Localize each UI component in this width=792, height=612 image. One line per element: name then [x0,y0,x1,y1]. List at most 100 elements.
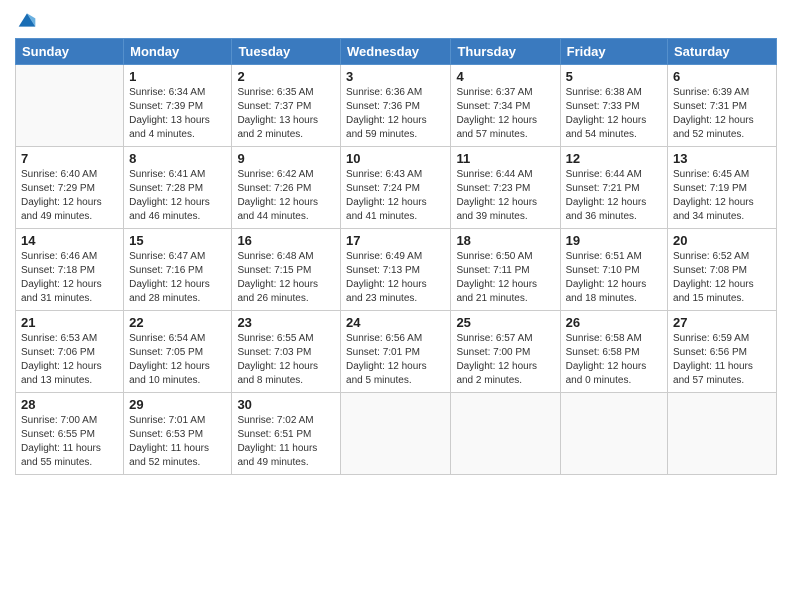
day-info: Sunrise: 6:41 AM Sunset: 7:28 PM Dayligh… [129,168,226,224]
day-number: 19 [566,233,662,248]
calendar-week-2: 7 Sunrise: 6:40 AM Sunset: 7:29 PM Daylig… [16,147,777,229]
day-info: Sunrise: 6:52 AM Sunset: 7:08 PM Dayligh… [673,250,771,306]
day-info: Sunrise: 6:43 AM Sunset: 7:24 PM Dayligh… [346,168,445,224]
day-info: Sunrise: 6:40 AM Sunset: 7:29 PM Dayligh… [21,168,118,224]
day-number: 30 [237,397,335,412]
calendar-cell: 6 Sunrise: 6:39 AM Sunset: 7:31 PM Daylig… [668,65,777,147]
day-info: Sunrise: 6:44 AM Sunset: 7:23 PM Dayligh… [456,168,554,224]
day-number: 1 [129,69,226,84]
day-info: Sunrise: 6:56 AM Sunset: 7:01 PM Dayligh… [346,332,445,388]
day-info: Sunrise: 6:42 AM Sunset: 7:26 PM Dayligh… [237,168,335,224]
day-number: 27 [673,315,771,330]
day-header-saturday: Saturday [668,39,777,65]
calendar-cell: 2 Sunrise: 6:35 AM Sunset: 7:37 PM Daylig… [232,65,341,147]
day-info: Sunrise: 6:54 AM Sunset: 7:05 PM Dayligh… [129,332,226,388]
day-number: 16 [237,233,335,248]
day-info: Sunrise: 6:38 AM Sunset: 7:33 PM Dayligh… [566,86,662,142]
calendar-cell: 13 Sunrise: 6:45 AM Sunset: 7:19 PM Dayli… [668,147,777,229]
calendar-cell: 1 Sunrise: 6:34 AM Sunset: 7:39 PM Daylig… [124,65,232,147]
day-info: Sunrise: 6:59 AM Sunset: 6:56 PM Dayligh… [673,332,771,388]
day-info: Sunrise: 6:36 AM Sunset: 7:36 PM Dayligh… [346,86,445,142]
day-number: 7 [21,151,118,166]
calendar-cell: 12 Sunrise: 6:44 AM Sunset: 7:21 PM Dayli… [560,147,667,229]
day-header-sunday: Sunday [16,39,124,65]
day-info: Sunrise: 6:48 AM Sunset: 7:15 PM Dayligh… [237,250,335,306]
calendar-cell: 21 Sunrise: 6:53 AM Sunset: 7:06 PM Dayli… [16,311,124,393]
day-info: Sunrise: 6:58 AM Sunset: 6:58 PM Dayligh… [566,332,662,388]
day-info: Sunrise: 6:45 AM Sunset: 7:19 PM Dayligh… [673,168,771,224]
day-number: 10 [346,151,445,166]
calendar-cell: 15 Sunrise: 6:47 AM Sunset: 7:16 PM Dayli… [124,229,232,311]
day-header-monday: Monday [124,39,232,65]
day-number: 24 [346,315,445,330]
day-number: 2 [237,69,335,84]
calendar-cell [668,393,777,475]
calendar-cell: 24 Sunrise: 6:56 AM Sunset: 7:01 PM Dayli… [341,311,451,393]
day-info: Sunrise: 6:50 AM Sunset: 7:11 PM Dayligh… [456,250,554,306]
calendar-cell: 20 Sunrise: 6:52 AM Sunset: 7:08 PM Dayli… [668,229,777,311]
day-number: 28 [21,397,118,412]
page-header [15,10,777,30]
calendar-header-row: SundayMondayTuesdayWednesdayThursdayFrid… [16,39,777,65]
day-info: Sunrise: 6:46 AM Sunset: 7:18 PM Dayligh… [21,250,118,306]
day-number: 21 [21,315,118,330]
day-number: 14 [21,233,118,248]
logo [15,10,37,30]
calendar-week-3: 14 Sunrise: 6:46 AM Sunset: 7:18 PM Dayli… [16,229,777,311]
day-header-tuesday: Tuesday [232,39,341,65]
day-number: 12 [566,151,662,166]
day-info: Sunrise: 6:57 AM Sunset: 7:00 PM Dayligh… [456,332,554,388]
calendar-cell: 10 Sunrise: 6:43 AM Sunset: 7:24 PM Dayli… [341,147,451,229]
calendar-cell: 14 Sunrise: 6:46 AM Sunset: 7:18 PM Dayli… [16,229,124,311]
calendar-cell [16,65,124,147]
calendar-cell: 17Sunrise: 6:49 AM Sunset: 7:13 PM Dayli… [341,229,451,311]
calendar-cell: 26 Sunrise: 6:58 AM Sunset: 6:58 PM Dayli… [560,311,667,393]
calendar-cell: 16 Sunrise: 6:48 AM Sunset: 7:15 PM Dayli… [232,229,341,311]
calendar-cell: 25 Sunrise: 6:57 AM Sunset: 7:00 PM Dayli… [451,311,560,393]
calendar-cell: 27 Sunrise: 6:59 AM Sunset: 6:56 PM Dayli… [668,311,777,393]
day-info: Sunrise: 6:37 AM Sunset: 7:34 PM Dayligh… [456,86,554,142]
day-header-wednesday: Wednesday [341,39,451,65]
calendar-cell: 7 Sunrise: 6:40 AM Sunset: 7:29 PM Daylig… [16,147,124,229]
day-number: 11 [456,151,554,166]
calendar-cell: 4 Sunrise: 6:37 AM Sunset: 7:34 PM Daylig… [451,65,560,147]
calendar-cell: 29Sunrise: 7:01 AM Sunset: 6:53 PM Dayli… [124,393,232,475]
calendar-cell [341,393,451,475]
calendar-cell: 18 Sunrise: 6:50 AM Sunset: 7:11 PM Dayli… [451,229,560,311]
day-info: Sunrise: 7:00 AM Sunset: 6:55 PM Dayligh… [21,414,118,470]
day-info: Sunrise: 6:34 AM Sunset: 7:39 PM Dayligh… [129,86,226,142]
day-number: 15 [129,233,226,248]
day-number: 4 [456,69,554,84]
day-info: Sunrise: 6:47 AM Sunset: 7:16 PM Dayligh… [129,250,226,306]
calendar-cell: 22 Sunrise: 6:54 AM Sunset: 7:05 PM Dayli… [124,311,232,393]
day-number: 17 [346,233,445,248]
calendar-cell: 19 Sunrise: 6:51 AM Sunset: 7:10 PM Dayli… [560,229,667,311]
day-info: Sunrise: 6:39 AM Sunset: 7:31 PM Dayligh… [673,86,771,142]
day-number: 13 [673,151,771,166]
day-info: Sunrise: 6:35 AM Sunset: 7:37 PM Dayligh… [237,86,335,142]
calendar-cell [451,393,560,475]
calendar-week-5: 28 Sunrise: 7:00 AM Sunset: 6:55 PM Dayli… [16,393,777,475]
day-number: 8 [129,151,226,166]
day-number: 18 [456,233,554,248]
calendar-cell: 3 Sunrise: 6:36 AM Sunset: 7:36 PM Daylig… [341,65,451,147]
day-number: 20 [673,233,771,248]
day-number: 3 [346,69,445,84]
calendar-cell: 28 Sunrise: 7:00 AM Sunset: 6:55 PM Dayli… [16,393,124,475]
calendar-cell: 11 Sunrise: 6:44 AM Sunset: 7:23 PM Dayli… [451,147,560,229]
day-number: 25 [456,315,554,330]
day-number: 5 [566,69,662,84]
day-number: 22 [129,315,226,330]
day-number: 26 [566,315,662,330]
logo-icon [17,10,37,30]
calendar-cell: 5 Sunrise: 6:38 AM Sunset: 7:33 PM Daylig… [560,65,667,147]
day-info: Sunrise: 6:53 AM Sunset: 7:06 PM Dayligh… [21,332,118,388]
calendar-week-1: 1 Sunrise: 6:34 AM Sunset: 7:39 PM Daylig… [16,65,777,147]
day-info: Sunrise: 6:44 AM Sunset: 7:21 PM Dayligh… [566,168,662,224]
day-number: 6 [673,69,771,84]
day-info: Sunrise: 6:51 AM Sunset: 7:10 PM Dayligh… [566,250,662,306]
calendar-table: SundayMondayTuesdayWednesdayThursdayFrid… [15,38,777,475]
day-number: 23 [237,315,335,330]
day-info: Sunrise: 7:02 AM Sunset: 6:51 PM Dayligh… [237,414,335,470]
calendar-cell: 9Sunrise: 6:42 AM Sunset: 7:26 PM Daylig… [232,147,341,229]
